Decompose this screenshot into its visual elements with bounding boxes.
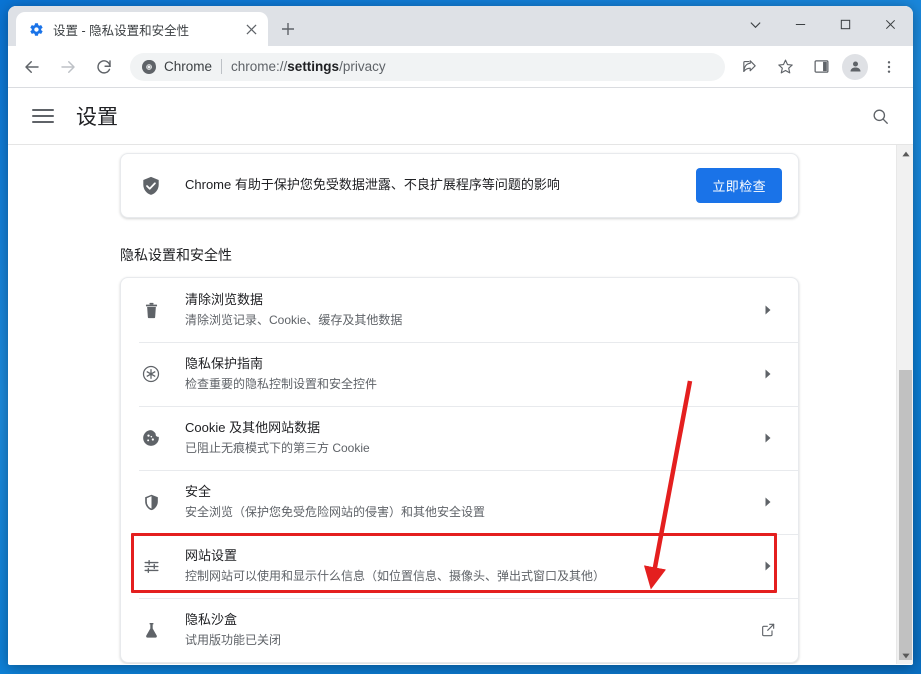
search-icon[interactable] (865, 101, 895, 131)
row-subtitle: 清除浏览记录、Cookie、缓存及其他数据 (185, 313, 403, 328)
chevron-right-icon[interactable] (756, 432, 780, 444)
privacy-settings-list: 清除浏览数据 清除浏览记录、Cookie、缓存及其他数据 隐私保护指南 检查重要… (120, 277, 799, 663)
tab-title: 设置 - 隐私设置和安全性 (53, 23, 190, 38)
maximize-button[interactable] (823, 9, 868, 39)
row-content: 隐私保护指南 检查重要的隐私控制设置和安全控件 (185, 355, 756, 394)
profile-avatar-icon[interactable] (842, 53, 868, 80)
external-link-icon[interactable] (756, 622, 780, 638)
browser-tab[interactable]: 设置 - 隐私设置和安全性 (16, 12, 268, 46)
privacy-guide-icon (139, 364, 163, 384)
row-title: 安全 (185, 483, 212, 499)
scroll-up-icon[interactable] (897, 145, 913, 162)
setting-row-privacy-guide[interactable]: 隐私保护指南 检查重要的隐私控制设置和安全控件 (121, 342, 798, 406)
url-suffix: /privacy (339, 59, 386, 74)
settings-page-header: 设置 (8, 88, 913, 145)
row-title: 隐私沙盒 (185, 611, 238, 627)
privacy-section-title: 隐私设置和安全性 (120, 247, 232, 263)
minimize-button[interactable] (778, 9, 823, 39)
url-bold-part: settings (287, 59, 340, 74)
row-content: 网站设置 控制网站可以使用和显示什么信息（如位置信息、摄像头、弹出式窗口及其他） (185, 547, 756, 586)
tab-strip: 设置 - 隐私设置和安全性 (8, 6, 913, 46)
row-title: 清除浏览数据 (185, 291, 264, 307)
three-dot-menu-icon[interactable] (874, 52, 904, 82)
setting-row-clear-browsing-data[interactable]: 清除浏览数据 清除浏览记录、Cookie、缓存及其他数据 (121, 278, 798, 342)
hamburger-icon[interactable] (32, 105, 54, 127)
vertical-scrollbar[interactable] (896, 145, 913, 664)
row-title: 网站设置 (185, 547, 238, 563)
row-title: Cookie 及其他网站数据 (185, 419, 321, 435)
row-subtitle: 安全浏览（保护您免受危险网站的侵害）和其他安全设置 (185, 505, 486, 520)
browser-toolbar: Chrome chrome://settings/privacy (8, 46, 913, 88)
url-prefix: chrome:// (231, 59, 288, 74)
tune-sliders-icon (139, 557, 163, 576)
tab-search-chevron-icon[interactable] (733, 9, 778, 39)
safety-check-text: Chrome 有助于保护您免受数据泄露、不良扩展程序等问题的影响 (185, 177, 560, 193)
row-subtitle: 已阻止无痕模式下的第三方 Cookie (185, 441, 370, 456)
row-content: 安全 安全浏览（保护您免受危险网站的侵害）和其他安全设置 (185, 483, 756, 522)
settings-scroll-content: Chrome 有助于保护您免受数据泄露、不良扩展程序等问题的影响 立即检查 隐私… (8, 145, 896, 664)
setting-row-privacy-sandbox[interactable]: 隐私沙盒 试用版功能已关闭 (121, 598, 798, 662)
reload-icon[interactable] (89, 52, 119, 82)
forward-arrow-icon[interactable] (53, 52, 83, 82)
scroll-thumb[interactable] (899, 370, 912, 660)
browser-window: 设置 - 隐私设置和安全性 Chrome chrome://settings/p… (8, 6, 913, 665)
settings-gear-icon (28, 21, 44, 37)
row-content: Cookie 及其他网站数据 已阻止无痕模式下的第三方 Cookie (185, 419, 756, 458)
chevron-right-icon[interactable] (756, 560, 780, 572)
scroll-down-icon[interactable] (897, 647, 913, 664)
row-content: 隐私沙盒 试用版功能已关闭 (185, 611, 756, 650)
trash-icon (139, 301, 163, 320)
flask-icon (139, 621, 163, 640)
safety-check-card[interactable]: Chrome 有助于保护您免受数据泄露、不良扩展程序等问题的影响 立即检查 (120, 153, 799, 218)
share-icon[interactable] (734, 52, 764, 82)
setting-row-site-settings[interactable]: 网站设置 控制网站可以使用和显示什么信息（如位置信息、摄像头、弹出式窗口及其他） (121, 534, 798, 598)
close-tab-icon[interactable] (242, 20, 260, 38)
row-content: 清除浏览数据 清除浏览记录、Cookie、缓存及其他数据 (185, 291, 756, 330)
close-window-button[interactable] (868, 9, 913, 39)
shield-icon (139, 493, 163, 512)
side-panel-icon[interactable] (806, 52, 836, 82)
shield-check-icon (139, 175, 163, 197)
row-title: 隐私保护指南 (185, 355, 264, 371)
omnibox-divider (221, 59, 223, 74)
settings-content-area: Chrome 有助于保护您免受数据泄露、不良扩展程序等问题的影响 立即检查 隐私… (8, 145, 913, 664)
page-title: 设置 (76, 106, 118, 129)
row-subtitle: 控制网站可以使用和显示什么信息（如位置信息、摄像头、弹出式窗口及其他） (185, 569, 606, 584)
new-tab-button[interactable] (274, 15, 302, 43)
chevron-right-icon[interactable] (756, 304, 780, 316)
chrome-logo-icon (141, 59, 157, 75)
back-arrow-icon[interactable] (17, 52, 47, 82)
window-controls (733, 6, 913, 42)
omnibox-chip-label: Chrome (164, 59, 213, 74)
address-bar[interactable]: Chrome chrome://settings/privacy (130, 52, 725, 81)
chevron-right-icon[interactable] (756, 368, 780, 380)
row-subtitle: 检查重要的隐私控制设置和安全控件 (185, 377, 378, 392)
omnibox-url: chrome://settings/privacy (231, 59, 386, 74)
chevron-right-icon[interactable] (756, 496, 780, 508)
cookie-icon (139, 428, 163, 448)
row-subtitle: 试用版功能已关闭 (185, 633, 282, 648)
run-safety-check-button[interactable]: 立即检查 (696, 168, 782, 203)
setting-row-security[interactable]: 安全 安全浏览（保护您免受危险网站的侵害）和其他安全设置 (121, 470, 798, 534)
setting-row-cookies[interactable]: Cookie 及其他网站数据 已阻止无痕模式下的第三方 Cookie (121, 406, 798, 470)
star-icon[interactable] (770, 52, 800, 82)
